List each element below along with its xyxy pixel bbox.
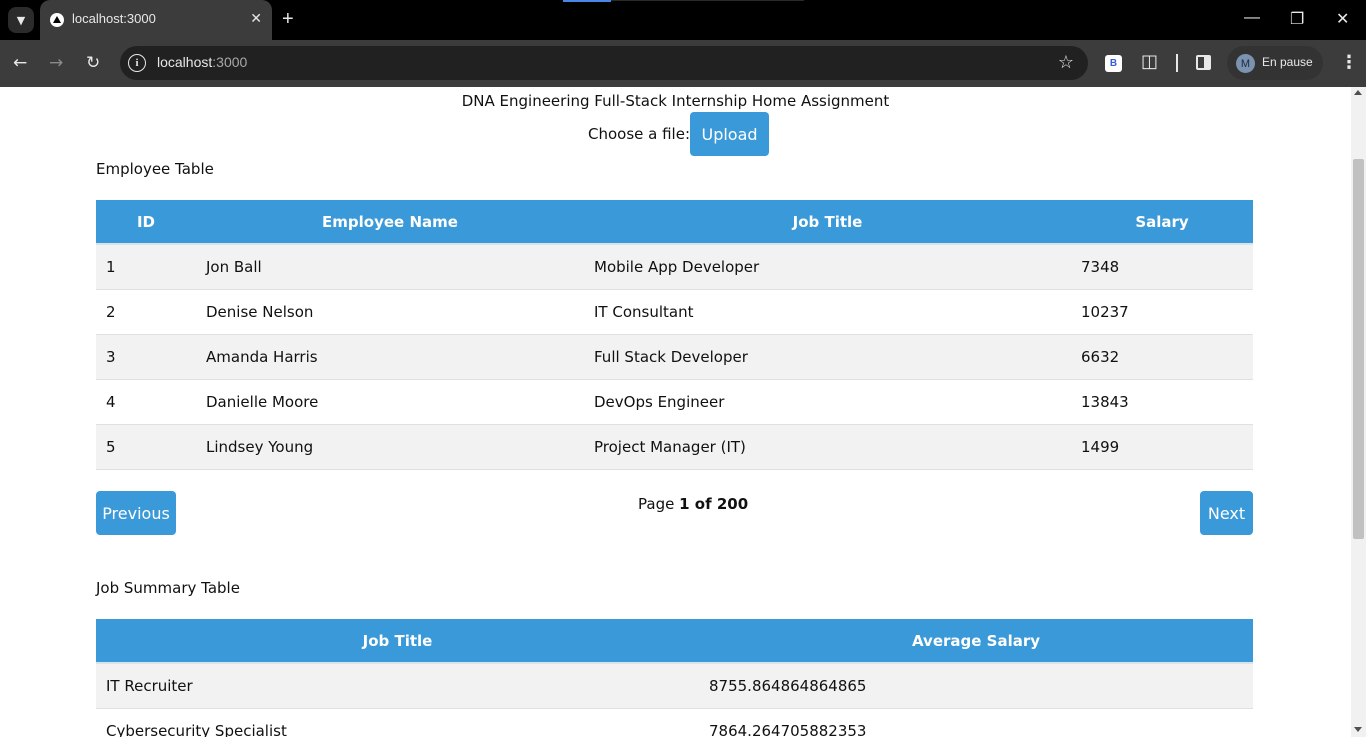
column-header-salary: Salary	[1071, 200, 1253, 245]
cell-job-title: IT Recruiter	[96, 663, 699, 709]
cell-salary: 10237	[1071, 289, 1253, 335]
cell-id: 4	[96, 379, 196, 425]
table-row: 3 Amanda Harris Full Stack Developer 663…	[96, 334, 1253, 380]
cell-job-title: IT Consultant	[584, 289, 1071, 335]
kebab-menu-icon[interactable]: ⋮	[1340, 52, 1358, 73]
cell-job-title: DevOps Engineer	[584, 379, 1071, 425]
browser-tab[interactable]: localhost:3000 ✕	[40, 0, 272, 40]
loading-track	[611, 0, 804, 1]
table-row: 5 Lindsey Young Project Manager (IT) 149…	[96, 424, 1253, 470]
column-header-job-title: Job Title	[584, 200, 1071, 245]
employee-table: ID Employee Name Job Title Salary 1 Jon …	[96, 200, 1253, 470]
cell-job-title: Project Manager (IT)	[584, 424, 1071, 470]
cell-salary: 7348	[1071, 244, 1253, 290]
reload-icon[interactable]: ↻	[86, 53, 100, 73]
favicon-icon	[50, 13, 64, 27]
cell-employee-name: Jon Ball	[196, 244, 584, 290]
forward-icon[interactable]: →	[49, 53, 63, 73]
url-text[interactable]: localhost:3000	[157, 54, 247, 70]
table-row: 4 Danielle Moore DevOps Engineer 13843	[96, 379, 1253, 425]
column-header-id: ID	[96, 200, 196, 245]
upload-button[interactable]: Upload	[690, 112, 770, 156]
cell-job-title: Full Stack Developer	[584, 334, 1071, 380]
table-row: 2 Denise Nelson IT Consultant 10237	[96, 289, 1253, 335]
tab-search-icon[interactable]: ▼	[8, 7, 34, 33]
profile-button[interactable]: M En pause	[1227, 46, 1323, 80]
window-close-icon[interactable]: ✕	[1336, 9, 1349, 29]
table-row: Cybersecurity Specialist 7864.2647058823…	[96, 708, 1253, 737]
new-tab-icon[interactable]: +	[282, 8, 294, 30]
scroll-down-arrow-icon[interactable]	[1354, 727, 1362, 732]
tab-close-icon[interactable]: ✕	[250, 10, 262, 27]
cell-job-title: Cybersecurity Specialist	[96, 708, 699, 737]
column-header-job-title: Job Title	[96, 619, 699, 664]
job-summary-table-title: Job Summary Table	[96, 579, 240, 597]
tab-title: localhost:3000	[72, 11, 156, 26]
loading-indicator	[563, 0, 611, 2]
cell-average-salary: 7864.264705882353	[699, 708, 1253, 737]
cell-id: 5	[96, 424, 196, 470]
cell-id: 2	[96, 289, 196, 335]
column-header-employee-name: Employee Name	[196, 200, 584, 245]
side-panel-icon[interactable]	[1196, 55, 1211, 70]
column-header-average-salary: Average Salary	[699, 619, 1253, 664]
cell-salary: 13843	[1071, 379, 1253, 425]
extension-icon[interactable]: B	[1105, 55, 1122, 72]
job-summary-table: Job Title Average Salary IT Recruiter 87…	[96, 619, 1253, 737]
cell-id: 1	[96, 244, 196, 290]
scroll-up-arrow-icon[interactable]	[1354, 90, 1362, 95]
page-indicator-prefix: Page	[638, 495, 675, 513]
cell-employee-name: Amanda Harris	[196, 334, 584, 380]
bookmark-star-icon[interactable]: ☆	[1058, 52, 1074, 73]
cell-id: 3	[96, 334, 196, 380]
toolbar-divider	[1176, 54, 1178, 72]
cell-employee-name: Denise Nelson	[196, 289, 584, 335]
address-bar[interactable]: i localhost:3000 ☆	[120, 46, 1088, 80]
cell-salary: 1499	[1071, 424, 1253, 470]
browser-toolbar: ← → ↻ i localhost:3000 ☆ B ◫ M En pause …	[0, 40, 1366, 87]
page-indicator-value: 1 of 200	[679, 495, 749, 513]
cell-job-title: Mobile App Developer	[584, 244, 1071, 290]
cell-employee-name: Lindsey Young	[196, 424, 584, 470]
upload-label: Choose a file:	[588, 125, 691, 143]
extensions-puzzle-icon[interactable]: ◫	[1141, 51, 1158, 72]
next-page-button[interactable]: Next	[1200, 491, 1253, 535]
avatar: M	[1236, 54, 1255, 73]
back-icon[interactable]: ←	[13, 53, 27, 73]
table-row: 1 Jon Ball Mobile App Developer 7348	[96, 244, 1253, 290]
profile-status-label: En pause	[1262, 55, 1313, 69]
scrollbar-thumb[interactable]	[1353, 159, 1364, 539]
table-row: IT Recruiter 8755.864864864865	[96, 663, 1253, 709]
cell-employee-name: Danielle Moore	[196, 379, 584, 425]
table-header-row: Job Title Average Salary	[96, 619, 1253, 664]
page-scrollbar[interactable]	[1351, 87, 1366, 737]
page-title: DNA Engineering Full-Stack Internship Ho…	[461, 92, 890, 110]
upload-row: Choose a file: Upload	[588, 112, 770, 156]
cell-salary: 6632	[1071, 334, 1253, 380]
page-viewport: DNA Engineering Full-Stack Internship Ho…	[0, 87, 1366, 737]
table-header-row: ID Employee Name Job Title Salary	[96, 200, 1253, 245]
minimize-icon[interactable]: —	[1244, 9, 1260, 27]
employee-table-title: Employee Table	[96, 160, 214, 178]
restore-icon[interactable]: ❐	[1290, 9, 1304, 29]
browser-tab-bar: ▼ localhost:3000 ✕ + — ❐ ✕	[0, 0, 1366, 40]
previous-page-button[interactable]: Previous	[96, 491, 176, 535]
site-info-icon[interactable]: i	[128, 54, 146, 72]
cell-average-salary: 8755.864864864865	[699, 663, 1253, 709]
page-indicator: Page 1 of 200	[638, 495, 748, 513]
